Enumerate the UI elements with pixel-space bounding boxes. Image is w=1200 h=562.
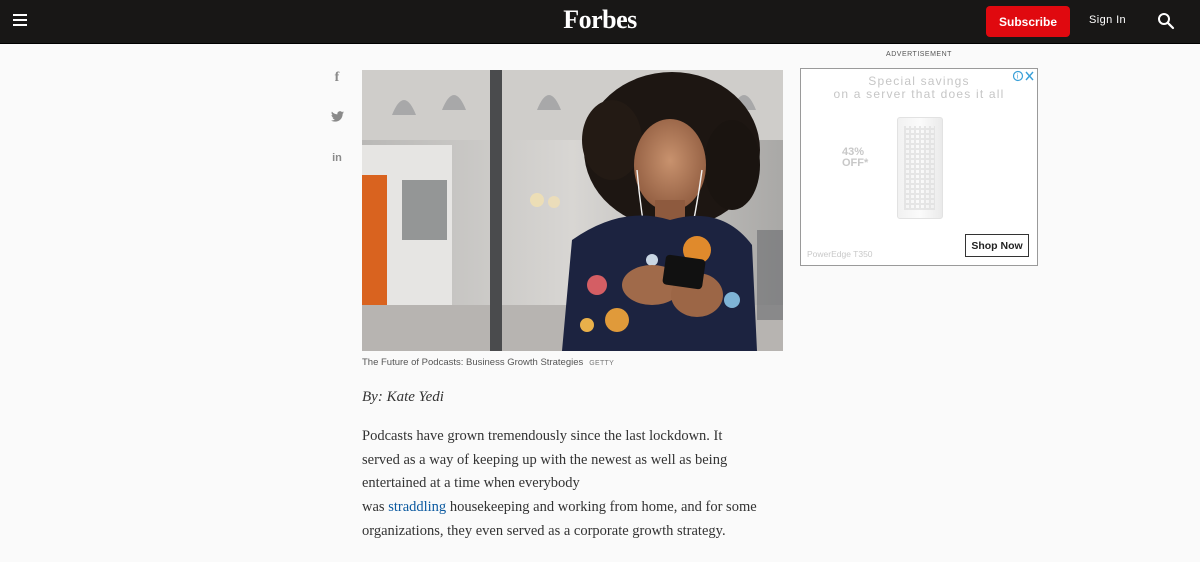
ad-discount: 43% OFF* xyxy=(842,147,868,169)
ad-choices-close-icon[interactable]: i xyxy=(1013,70,1035,82)
hero-image xyxy=(362,70,783,351)
search-icon[interactable] xyxy=(1157,12,1175,30)
subscribe-button[interactable]: Subscribe xyxy=(986,6,1070,37)
linkedin-share-icon[interactable]: in xyxy=(326,152,348,170)
paragraph-start: Podcasts have grown tremendously since t… xyxy=(362,428,728,492)
shop-now-button[interactable]: Shop Now xyxy=(965,234,1029,257)
ad-model-name: PowerEdge T350 xyxy=(807,249,873,259)
ad-headline: Special savings on a server that does it… xyxy=(801,75,1037,101)
ad-headline-line-2: on a server that does it all xyxy=(833,87,1005,101)
advertisement-label: ADVERTISEMENT xyxy=(886,51,952,58)
svg-text:i: i xyxy=(1017,74,1019,81)
twitter-share-icon[interactable] xyxy=(326,111,348,129)
hamburger-menu-icon[interactable] xyxy=(13,14,27,28)
sign-in-link[interactable]: Sign In xyxy=(1089,14,1126,26)
woman-with-phone-image xyxy=(362,70,783,351)
ad-banner[interactable]: Special savings on a server that does it… xyxy=(800,68,1038,266)
ad-discount-off: OFF* xyxy=(842,157,869,169)
article-paragraph: Podcasts have grown tremendously since t… xyxy=(362,425,762,544)
paragraph-was: was xyxy=(362,499,385,516)
straddling-link[interactable]: straddling xyxy=(388,499,446,515)
article-byline: By: Kate Yedi xyxy=(362,389,444,405)
facebook-share-icon[interactable]: f xyxy=(326,70,348,88)
server-product-image xyxy=(897,117,943,219)
caption-text: The Future of Podcasts: Business Growth … xyxy=(362,357,584,368)
photo-credit: GETTY xyxy=(589,360,615,367)
top-nav-bar: Forbes Subscribe Sign In xyxy=(0,0,1200,44)
twitter-icon xyxy=(330,111,344,122)
share-rail: f in xyxy=(326,70,348,193)
image-caption: The Future of Podcasts: Business Growth … xyxy=(362,357,614,368)
